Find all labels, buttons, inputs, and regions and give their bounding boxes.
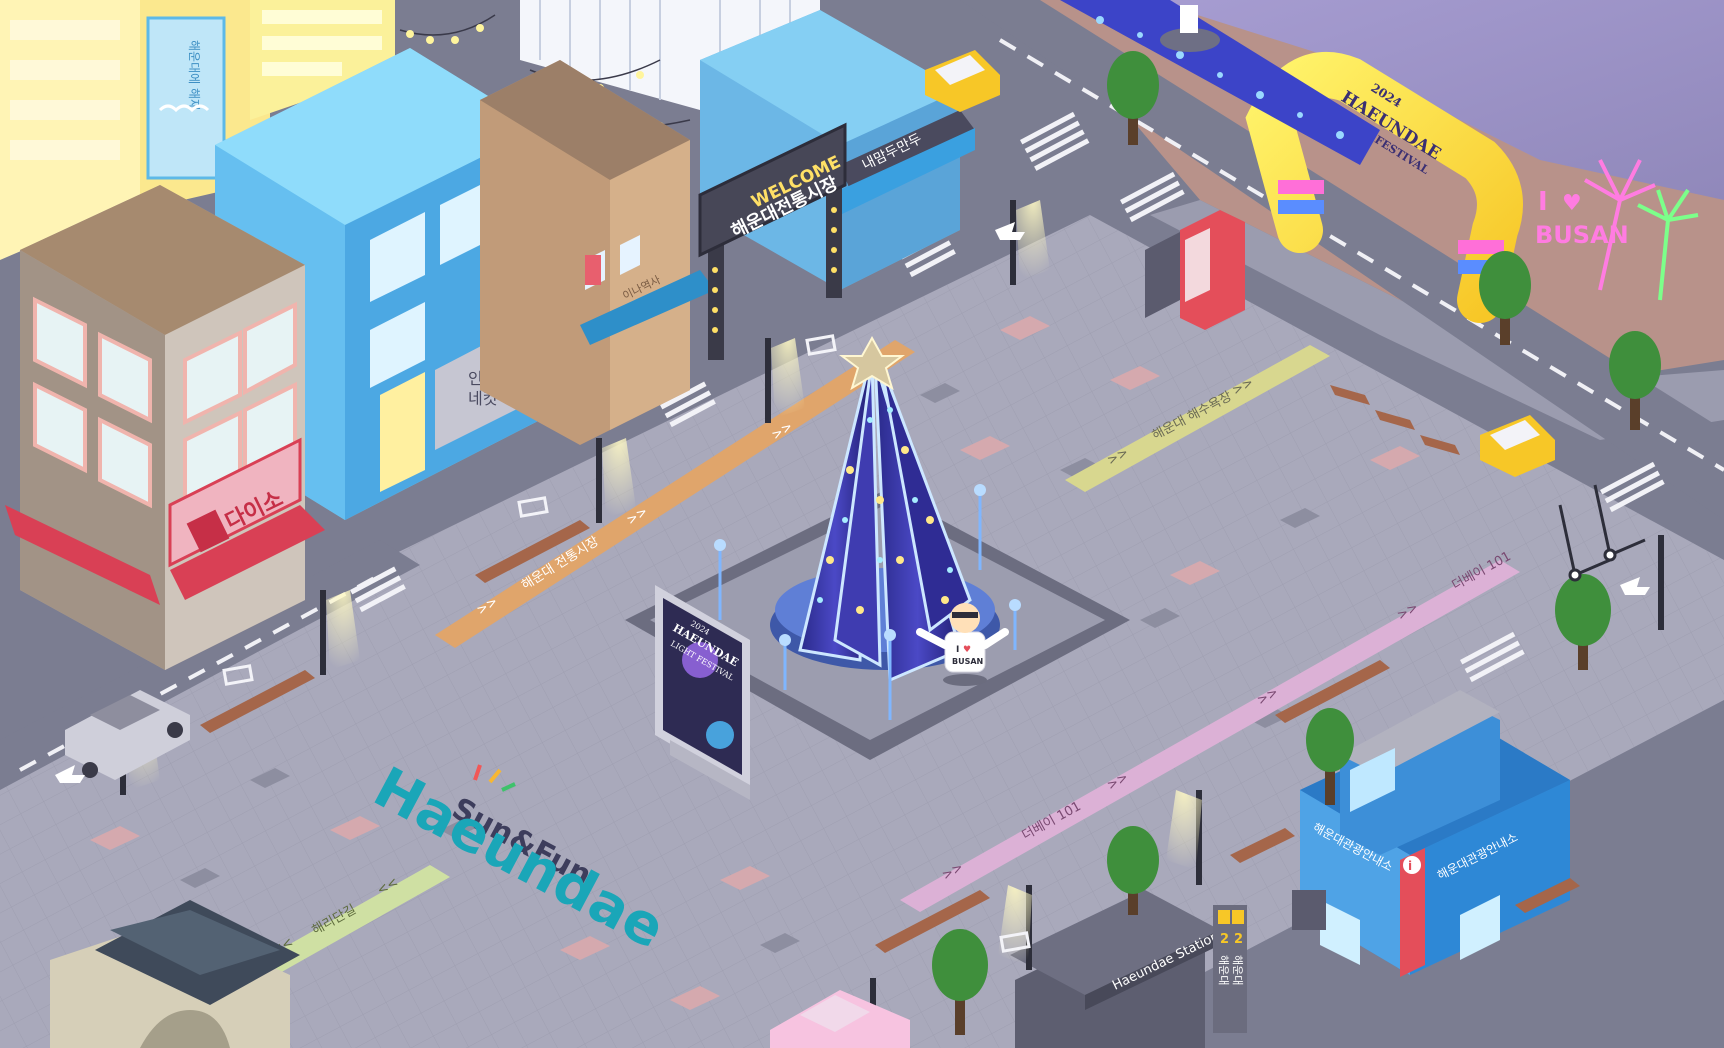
street-lamp xyxy=(1658,535,1664,630)
building-daiso: 다이소 xyxy=(5,185,325,670)
billboard xyxy=(146,16,226,180)
haeundae-isometric-scene: 해운대 전통시장 >> >> >> 해운대 해수욕장 >> >> 더베이 101… xyxy=(0,0,1724,1048)
metro-sign: 2 2 해운대 해운대 xyxy=(1213,905,1247,1033)
